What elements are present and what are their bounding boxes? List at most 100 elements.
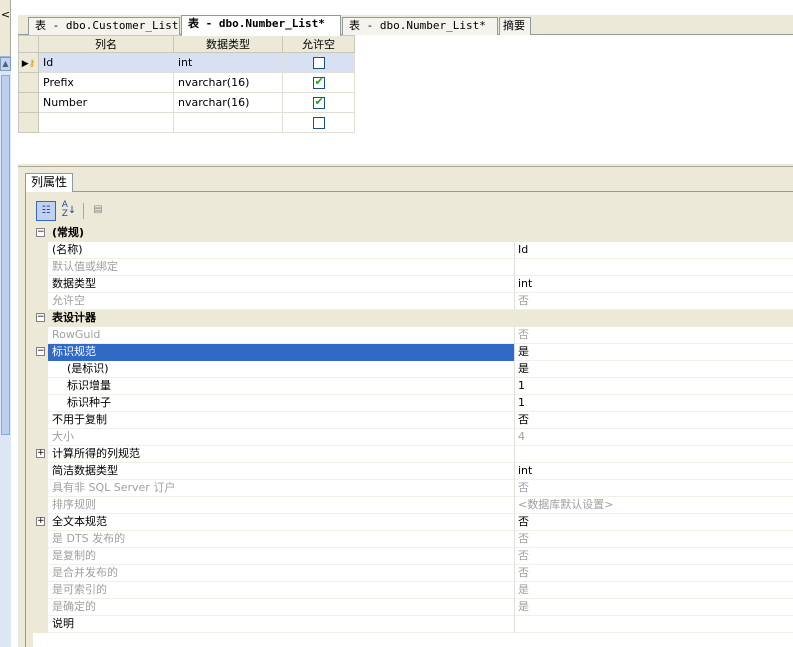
- alphabetical-icon[interactable]: A Z↓: [59, 201, 79, 221]
- column-nullable-cell[interactable]: [282, 112, 355, 133]
- column-nullable-cell[interactable]: [282, 92, 355, 113]
- property-row[interactable]: 说明: [33, 616, 793, 633]
- property-row[interactable]: 是复制的否: [33, 548, 793, 565]
- property-value[interactable]: 否: [515, 531, 793, 548]
- expand-icon[interactable]: +: [36, 449, 45, 458]
- current-row-key-icon: ▶⚷: [21, 59, 36, 69]
- left-scrollbar[interactable]: ▲: [0, 56, 11, 647]
- property-row[interactable]: 不用于复制否: [33, 412, 793, 429]
- tab-summary[interactable]: 摘要: [499, 17, 531, 35]
- row-selector[interactable]: [18, 72, 39, 93]
- property-value[interactable]: 否: [515, 480, 793, 497]
- property-row[interactable]: 默认值或绑定: [33, 259, 793, 276]
- property-value[interactable]: 4: [515, 429, 793, 446]
- collapse-icon[interactable]: −: [36, 313, 45, 322]
- tab-number-list[interactable]: 表 - dbo.Number_List*: [342, 17, 498, 35]
- property-row[interactable]: 允许空否: [33, 293, 793, 310]
- property-value[interactable]: 否: [515, 565, 793, 582]
- property-row[interactable]: 标识增量 1: [33, 378, 793, 395]
- property-row[interactable]: 具有非 SQL Server 订户否: [33, 480, 793, 497]
- property-value[interactable]: 否: [515, 514, 793, 531]
- column-name-cell[interactable]: Id: [38, 52, 174, 73]
- property-name: 大小: [48, 429, 515, 446]
- property-value[interactable]: int: [515, 463, 793, 480]
- property-name: 允许空: [48, 293, 515, 310]
- property-row[interactable]: 数据类型 int: [33, 276, 793, 293]
- column-type-cell[interactable]: int: [173, 52, 283, 73]
- nullable-checkbox[interactable]: [312, 95, 325, 109]
- expand-icon[interactable]: +: [36, 517, 45, 526]
- property-row[interactable]: + 计算所得的列规范: [33, 446, 793, 463]
- property-row[interactable]: 是确定的是: [33, 599, 793, 616]
- property-row[interactable]: 大小 4: [33, 429, 793, 446]
- collapse-icon[interactable]: −: [36, 347, 45, 356]
- property-row[interactable]: 是 DTS 发布的否: [33, 531, 793, 548]
- property-value[interactable]: 是: [515, 582, 793, 599]
- collapse-icon[interactable]: −: [36, 228, 45, 237]
- chevron-left-icon[interactable]: <: [0, 8, 11, 22]
- column-type-cell[interactable]: nvarchar(16): [173, 92, 283, 113]
- property-gutter: [33, 412, 48, 429]
- property-value[interactable]: 否: [515, 293, 793, 310]
- column-nullable-cell[interactable]: [282, 72, 355, 93]
- nullable-checkbox[interactable]: [312, 75, 325, 89]
- column-name-cell[interactable]: [38, 112, 174, 133]
- scroll-up-icon[interactable]: ▲: [0, 57, 11, 71]
- column-nullable-cell[interactable]: [282, 52, 355, 73]
- property-row[interactable]: 是合并发布的否: [33, 565, 793, 582]
- table-row[interactable]: Number nvarchar(16): [18, 92, 355, 113]
- property-row[interactable]: − 标识规范是: [33, 344, 793, 361]
- table-row[interactable]: ▶⚷ Id int: [18, 52, 355, 73]
- row-selector[interactable]: ▶⚷: [18, 52, 39, 73]
- property-row[interactable]: 排序规则 <数据库默认设置>: [33, 497, 793, 514]
- property-row[interactable]: (名称) Id: [33, 242, 793, 259]
- property-value[interactable]: 是: [515, 344, 793, 361]
- property-value[interactable]: int: [515, 276, 793, 293]
- column-header-name[interactable]: 列名: [38, 35, 174, 53]
- column-type-cell[interactable]: nvarchar(16): [173, 72, 283, 93]
- row-selector[interactable]: [18, 92, 39, 113]
- column-header-nullable[interactable]: 允许空: [282, 35, 355, 53]
- tab-customer-list[interactable]: 表 - dbo.Customer_List: [28, 17, 180, 35]
- property-value[interactable]: 1: [515, 378, 793, 395]
- column-name-cell[interactable]: Prefix: [38, 72, 174, 93]
- property-pages-icon[interactable]: ▤: [88, 201, 108, 221]
- scroll-thumb[interactable]: [1, 75, 10, 435]
- property-gutter: −: [33, 225, 48, 242]
- table-row[interactable]: [18, 112, 355, 133]
- property-row[interactable]: (是标识) 是: [33, 361, 793, 378]
- property-value[interactable]: [515, 446, 793, 463]
- property-row[interactable]: + 全文本规范否: [33, 514, 793, 531]
- property-name: 是 DTS 发布的: [48, 531, 515, 548]
- property-category-row[interactable]: − 表设计器: [33, 310, 793, 327]
- nullable-checkbox[interactable]: [312, 117, 325, 129]
- property-row[interactable]: 简洁数据类型 int: [33, 463, 793, 480]
- property-value[interactable]: [515, 616, 793, 633]
- property-name: 计算所得的列规范: [48, 446, 515, 463]
- property-value[interactable]: 否: [515, 327, 793, 344]
- property-value[interactable]: <数据库默认设置>: [515, 497, 793, 514]
- property-name: 是确定的: [48, 599, 515, 616]
- row-selector[interactable]: [18, 112, 39, 133]
- property-value[interactable]: [515, 259, 793, 276]
- property-gutter: [33, 582, 48, 599]
- column-header-type[interactable]: 数据类型: [173, 35, 283, 53]
- tab-number-list-active[interactable]: 表 - dbo.Number_List*: [181, 15, 341, 36]
- property-value[interactable]: 否: [515, 412, 793, 429]
- property-row[interactable]: 标识种子 1: [33, 395, 793, 412]
- property-category-row[interactable]: − (常规): [33, 225, 793, 242]
- nullable-checkbox[interactable]: [312, 57, 325, 69]
- property-value[interactable]: 是: [515, 599, 793, 616]
- column-type-cell[interactable]: [173, 112, 283, 133]
- property-name: 简洁数据类型: [48, 463, 515, 480]
- column-name-cell[interactable]: Number: [38, 92, 174, 113]
- categorized-icon[interactable]: ☷: [36, 201, 56, 221]
- property-row[interactable]: 是可索引的是: [33, 582, 793, 599]
- property-row[interactable]: RowGuid 否: [33, 327, 793, 344]
- property-value[interactable]: 1: [515, 395, 793, 412]
- property-value[interactable]: 是: [515, 361, 793, 378]
- property-value[interactable]: 否: [515, 548, 793, 565]
- tab-column-properties[interactable]: 列属性: [25, 173, 74, 192]
- table-row[interactable]: Prefix nvarchar(16): [18, 72, 355, 93]
- property-value[interactable]: Id: [515, 242, 793, 259]
